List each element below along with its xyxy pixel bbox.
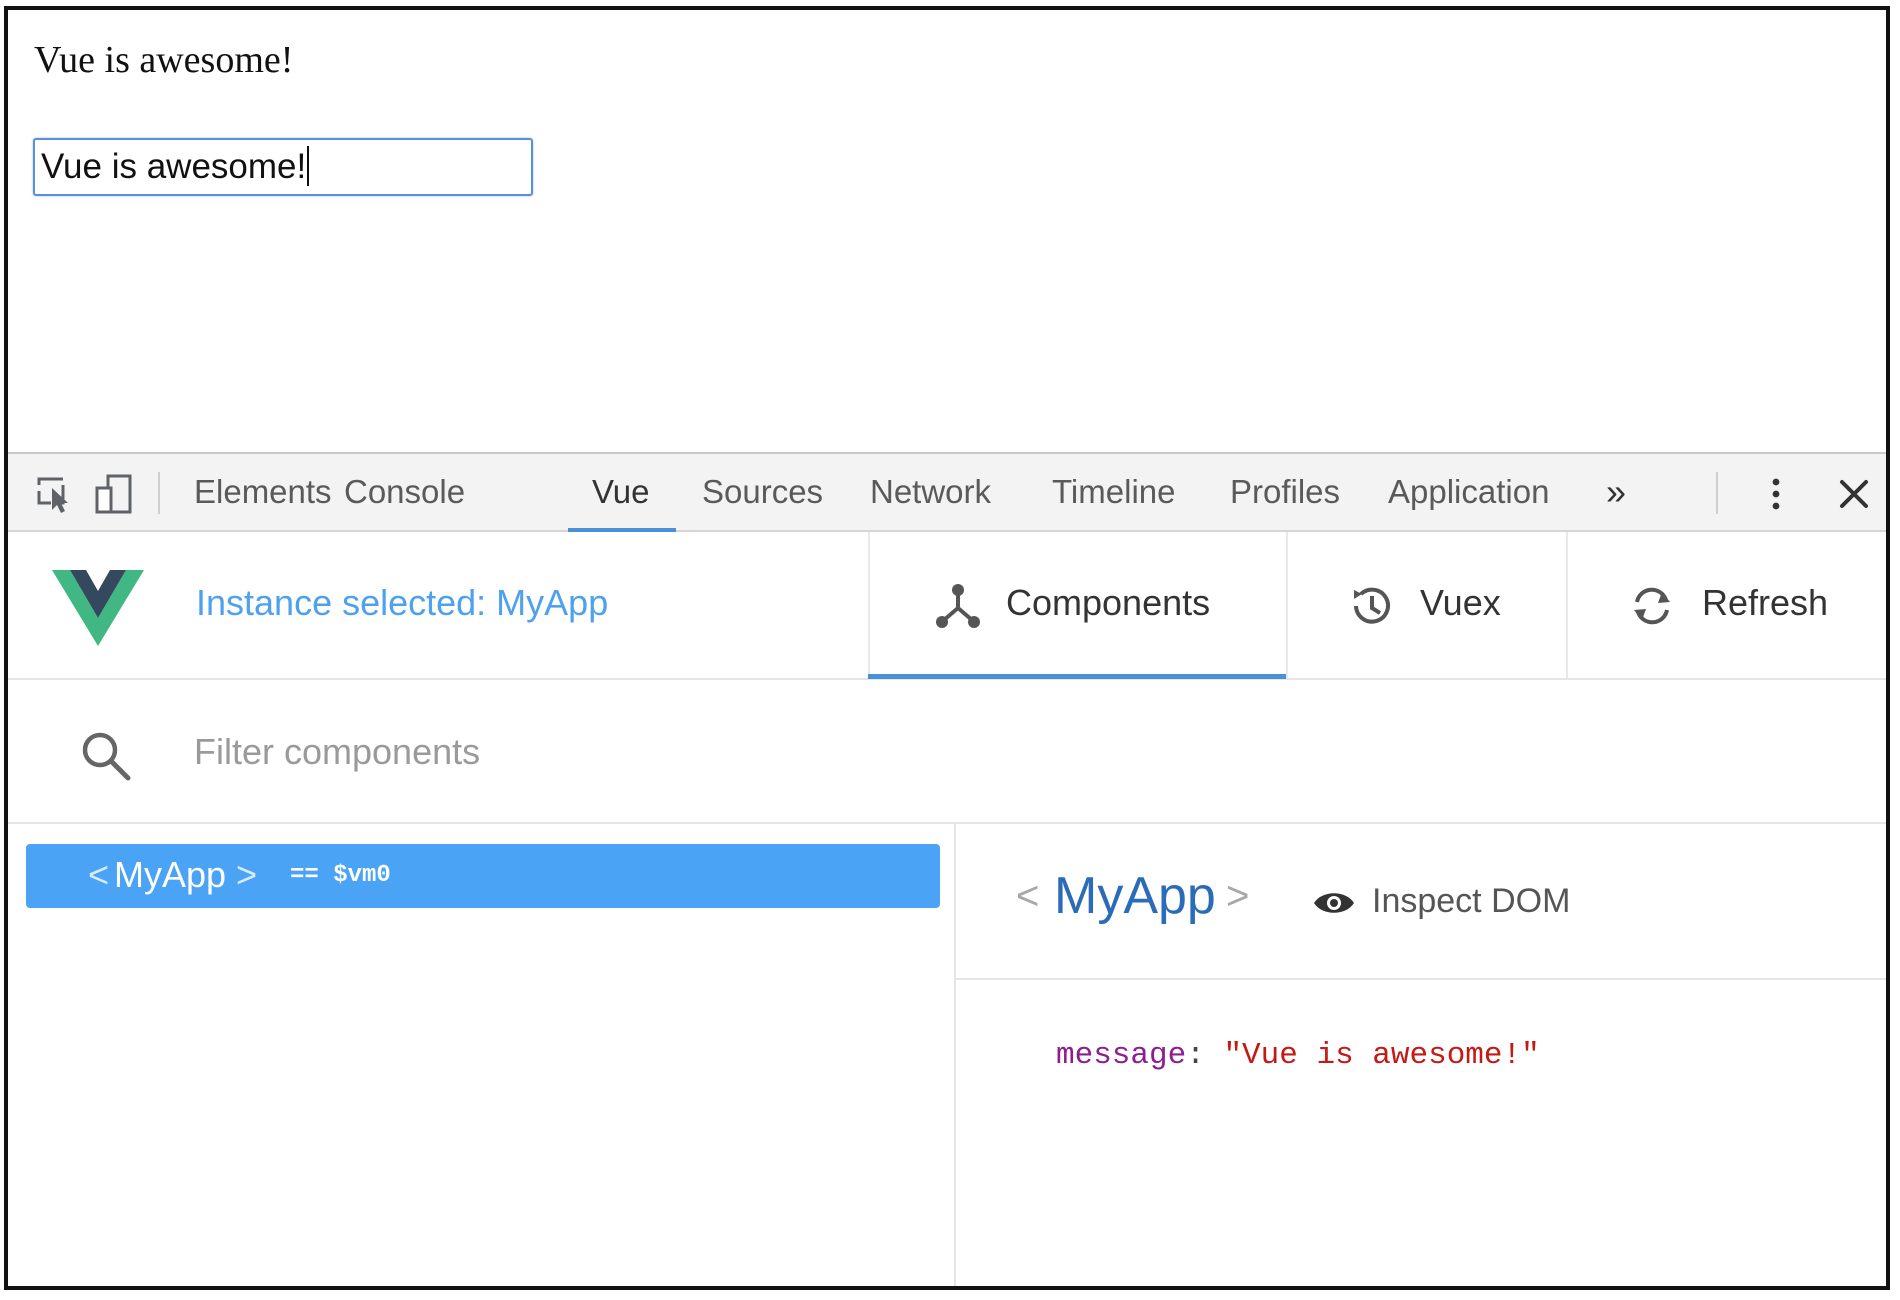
tree-row-myapp[interactable]: < MyApp > == $vm0 <box>26 844 940 908</box>
filter-components-input[interactable] <box>194 726 894 778</box>
vue-devtools-header: Instance selected: MyApp Components Vuex <box>8 532 1886 680</box>
page-content: Vue is awesome! Vue is awesome! <box>8 10 1886 452</box>
close-icon[interactable] <box>1834 474 1874 514</box>
toolbar-divider <box>1716 472 1718 514</box>
toolbar-divider <box>158 472 160 514</box>
refresh-button-label: Refresh <box>1702 582 1829 623</box>
vm-reference: == $vm0 <box>290 862 391 889</box>
text-caret <box>307 146 310 186</box>
instance-selected-label: Instance selected: MyApp <box>196 582 609 623</box>
more-tabs-button[interactable]: » <box>1606 454 1626 532</box>
inspector-header: < MyApp > Inspect DOM <box>956 824 1886 980</box>
eye-icon[interactable] <box>1312 888 1356 918</box>
tab-elements[interactable]: Elements <box>194 454 332 532</box>
active-header-indicator <box>868 674 1286 679</box>
refresh-icon <box>1634 587 1670 625</box>
components-tab[interactable]: Components <box>868 532 1286 678</box>
tab-network[interactable]: Network <box>870 454 991 532</box>
tab-sources[interactable]: Sources <box>702 454 823 532</box>
tab-profiles[interactable]: Profiles <box>1230 454 1340 532</box>
search-icon <box>82 732 131 781</box>
inspect-element-icon[interactable] <box>36 474 76 514</box>
filter-bar <box>8 680 1886 824</box>
history-icon <box>1354 587 1390 624</box>
inspector-component-name: MyApp <box>1054 867 1216 925</box>
tab-vue[interactable]: Vue <box>592 454 650 532</box>
vuex-tab-label: Vuex <box>1420 582 1501 623</box>
component-tree: < MyApp > == $vm0 <box>8 824 956 1286</box>
app-window: Vue is awesome! Vue is awesome! Elements… <box>4 6 1890 1290</box>
more-vertical-icon[interactable] <box>1756 474 1796 514</box>
tab-console[interactable]: Console <box>344 454 465 532</box>
inspector-close-bracket: > <box>1226 874 1250 918</box>
vue-logo-icon <box>52 570 144 646</box>
tab-timeline[interactable]: Timeline <box>1052 454 1175 532</box>
property-value: "Vue is awesome!" <box>1223 1038 1540 1073</box>
property-key: message <box>1056 1038 1187 1073</box>
data-property-row: message: "Vue is awesome!" <box>1056 1038 1540 1073</box>
property-colon: : <box>1186 1038 1224 1073</box>
message-input-value: Vue is awesome! <box>41 147 307 186</box>
devtools-tab-bar: Elements Console Vue Sources Network Tim… <box>8 452 1886 532</box>
components-tab-label: Components <box>1006 582 1211 623</box>
inspector-open-bracket: < <box>1016 874 1040 918</box>
tab-application[interactable]: Application <box>1388 454 1549 532</box>
device-toggle-icon[interactable] <box>94 474 134 514</box>
components-tree-icon <box>936 584 980 628</box>
inspect-dom-button[interactable]: Inspect DOM <box>1372 882 1570 921</box>
tree-close-bracket: > <box>236 854 258 895</box>
vuex-tab[interactable]: Vuex <box>1286 532 1566 678</box>
message-input[interactable]: Vue is awesome! <box>33 138 533 196</box>
tree-component-name: MyApp <box>114 854 227 895</box>
page-heading: Vue is awesome! <box>34 39 294 81</box>
refresh-button[interactable]: Refresh <box>1566 532 1886 678</box>
tree-open-bracket: < <box>88 854 110 895</box>
component-inspector: < MyApp > Inspect DOM message: "Vue is a… <box>956 824 1886 1286</box>
